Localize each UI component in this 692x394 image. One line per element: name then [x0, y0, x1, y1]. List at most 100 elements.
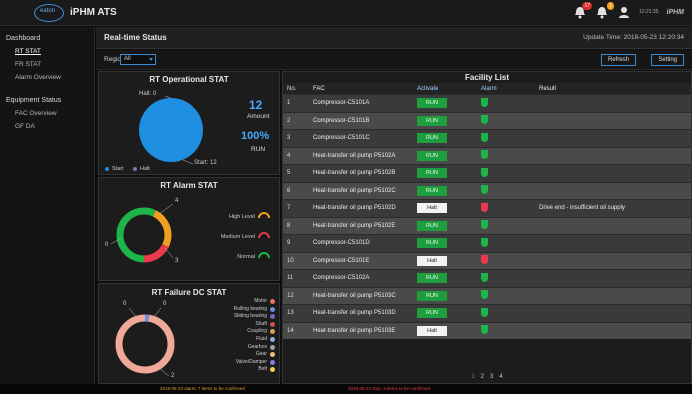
legend-normal-icon	[258, 252, 270, 259]
page-link[interactable]: 3	[490, 374, 493, 380]
leader-top	[158, 203, 174, 215]
table-row[interactable]: 9 Compressor-C5101D RUN	[283, 234, 691, 252]
header-fac: FAC	[313, 85, 325, 92]
table-row[interactable]: 1 Compressor-C5101A RUN	[283, 94, 691, 112]
failure-legend-item: Gear	[207, 351, 277, 359]
cell-fac: Heat-transfer oil pump P5103E	[313, 327, 396, 334]
legend-halt: Halt	[140, 166, 150, 172]
legend-dot-icon	[270, 314, 275, 320]
failure-legend-label: Gear	[255, 351, 267, 358]
user-icon[interactable]	[617, 5, 631, 19]
failure-legend-label: Coupling	[247, 328, 267, 335]
header-alarm: Alarm	[481, 85, 497, 92]
halt-leader	[164, 95, 172, 99]
activate-status-badge: RUN	[417, 273, 447, 284]
cell-alarm	[481, 237, 539, 249]
main-content: Real-time Status Update Time: 2018-05-23…	[96, 27, 692, 384]
alarm-badge: 17	[582, 2, 593, 10]
page-title: Real-time Status	[104, 33, 167, 42]
start-leader	[182, 159, 194, 165]
cell-no: 9	[287, 240, 291, 247]
shield-icon	[481, 97, 488, 107]
failure-legend-label: Belt	[258, 366, 267, 373]
region-select[interactable]: All	[120, 54, 156, 65]
sidebar-item-alarm-overview[interactable]: Alarm Overview	[0, 68, 94, 81]
shield-icon	[481, 307, 488, 317]
failure-legend-label: Shaft	[255, 320, 267, 327]
cell-activate: RUN	[417, 133, 481, 144]
legend-high-label: High Level	[229, 214, 255, 220]
page-link[interactable]: 2	[481, 374, 484, 380]
activate-status-badge: Halt	[417, 255, 447, 266]
table-row[interactable]: 7 Heat-transfer oil pump P5102D Halt Drive …	[283, 199, 691, 217]
sidebar-item-fac-overview[interactable]: FAC Overview	[0, 104, 94, 117]
leader-tl	[128, 307, 138, 319]
activate-status-badge: RUN	[417, 115, 447, 126]
legend-medium-icon	[258, 232, 270, 239]
cell-alarm	[481, 167, 539, 179]
failure-legend-item: Valve/Damper	[207, 359, 277, 367]
table-row[interactable]: 3 Compressor-C5101C RUN	[283, 129, 691, 147]
sidebar: Dashboard RT STAT FR STAT Alarm Overview…	[0, 27, 95, 384]
cell-activate: RUN	[417, 273, 481, 284]
refresh-button[interactable]: Refresh	[600, 54, 636, 66]
legend-high-icon	[258, 212, 270, 219]
activate-status-badge: RUN	[417, 220, 447, 231]
table-row[interactable]: 8 Heat-transfer oil pump P5102E RUN	[283, 216, 691, 234]
cell-no: 11	[287, 275, 294, 282]
chevron-down-icon	[149, 58, 153, 61]
page-link[interactable]: 1	[471, 374, 474, 380]
footer-status: 2018-05-23 alarm: 7 items to be confirme…	[0, 384, 692, 394]
failure-legend-label: Valve/Damper	[235, 358, 267, 365]
cell-alarm	[481, 202, 539, 214]
cell-no: 12	[287, 292, 294, 299]
shield-icon	[481, 150, 488, 160]
sidebar-item-rt-stat[interactable]: RT STAT	[0, 42, 94, 55]
table-row[interactable]: 4 Heat-transfer oil pump P5102A RUN	[283, 146, 691, 164]
footer-stop-text[interactable]: 2018-05-23 stop: 3 items to be confirmed	[348, 386, 430, 391]
activate-status-badge: Halt	[417, 325, 447, 336]
logo-text: eaton	[40, 8, 56, 14]
cell-fac: Heat-transfer oil pump P5102E	[313, 222, 396, 229]
legend-dot-icon	[270, 321, 275, 327]
user-time: 12:21:35	[639, 9, 659, 15]
activate-status-badge: RUN	[417, 98, 447, 109]
cell-activate: RUN	[417, 290, 481, 301]
sidebar-item-gf-da[interactable]: GF DA	[0, 117, 94, 130]
legend-dot-icon	[270, 367, 275, 373]
alarm-label-top: 4	[175, 198, 179, 204]
failure-label-bottom: 2	[171, 373, 175, 379]
shield-icon	[481, 132, 488, 142]
cell-alarm	[481, 307, 539, 319]
table-header: No. FAC Activate Alarm Result	[283, 83, 691, 94]
table-row[interactable]: 10 Compressor-C5101E Halt	[283, 251, 691, 269]
shield-icon	[481, 185, 488, 195]
cell-activate: RUN	[417, 185, 481, 196]
table-row[interactable]: 6 Heat-transfer oil pump P5102C RUN	[283, 181, 691, 199]
footer-alarm-text[interactable]: 2018-05-23 alarm: 7 items to be confirme…	[160, 386, 245, 391]
bell-alarm-icon[interactable]: 17	[573, 2, 593, 19]
table-row[interactable]: 14 Heat-transfer oil pump P5103E Halt	[283, 321, 691, 339]
bell-warning-icon[interactable]: 1	[595, 2, 615, 19]
legend-dot-icon	[270, 306, 275, 312]
amount-label: Amount	[247, 113, 270, 120]
failure-legend: Motor Rolling bearing Sliding bearing Shaft…	[207, 298, 277, 374]
sidebar-section-equipment[interactable]: Equipment Status	[0, 89, 94, 104]
table-row[interactable]: 13 Heat-transfer oil pump P5103D RUN	[283, 304, 691, 322]
leader-right	[164, 247, 174, 259]
table-row[interactable]: 5 Heat-transfer oil pump P5102B RUN	[283, 164, 691, 182]
table-row[interactable]: 11 Compressor-C5102A RUN	[283, 269, 691, 287]
failure-legend-item: Gearbox	[207, 344, 277, 352]
shield-icon	[481, 202, 488, 212]
settings-button[interactable]: Setting	[651, 54, 684, 66]
app-title: iPHM ATS	[70, 7, 117, 18]
table-row[interactable]: 2 Compressor-C5101B RUN	[283, 111, 691, 129]
sidebar-section-dashboard[interactable]: Dashboard	[0, 27, 94, 42]
table-row[interactable]: 12 Heat-transfer oil pump P5103C RUN	[283, 286, 691, 304]
page-link[interactable]: 4	[499, 374, 502, 380]
failure-legend-item: Belt	[207, 366, 277, 374]
legend-medium-label: Medium Level	[220, 234, 255, 240]
sidebar-item-fr-stat[interactable]: FR STAT	[0, 55, 94, 68]
rt-header: Real-time Status Update Time: 2018-05-23…	[96, 27, 692, 49]
alarm-donut	[110, 203, 270, 263]
